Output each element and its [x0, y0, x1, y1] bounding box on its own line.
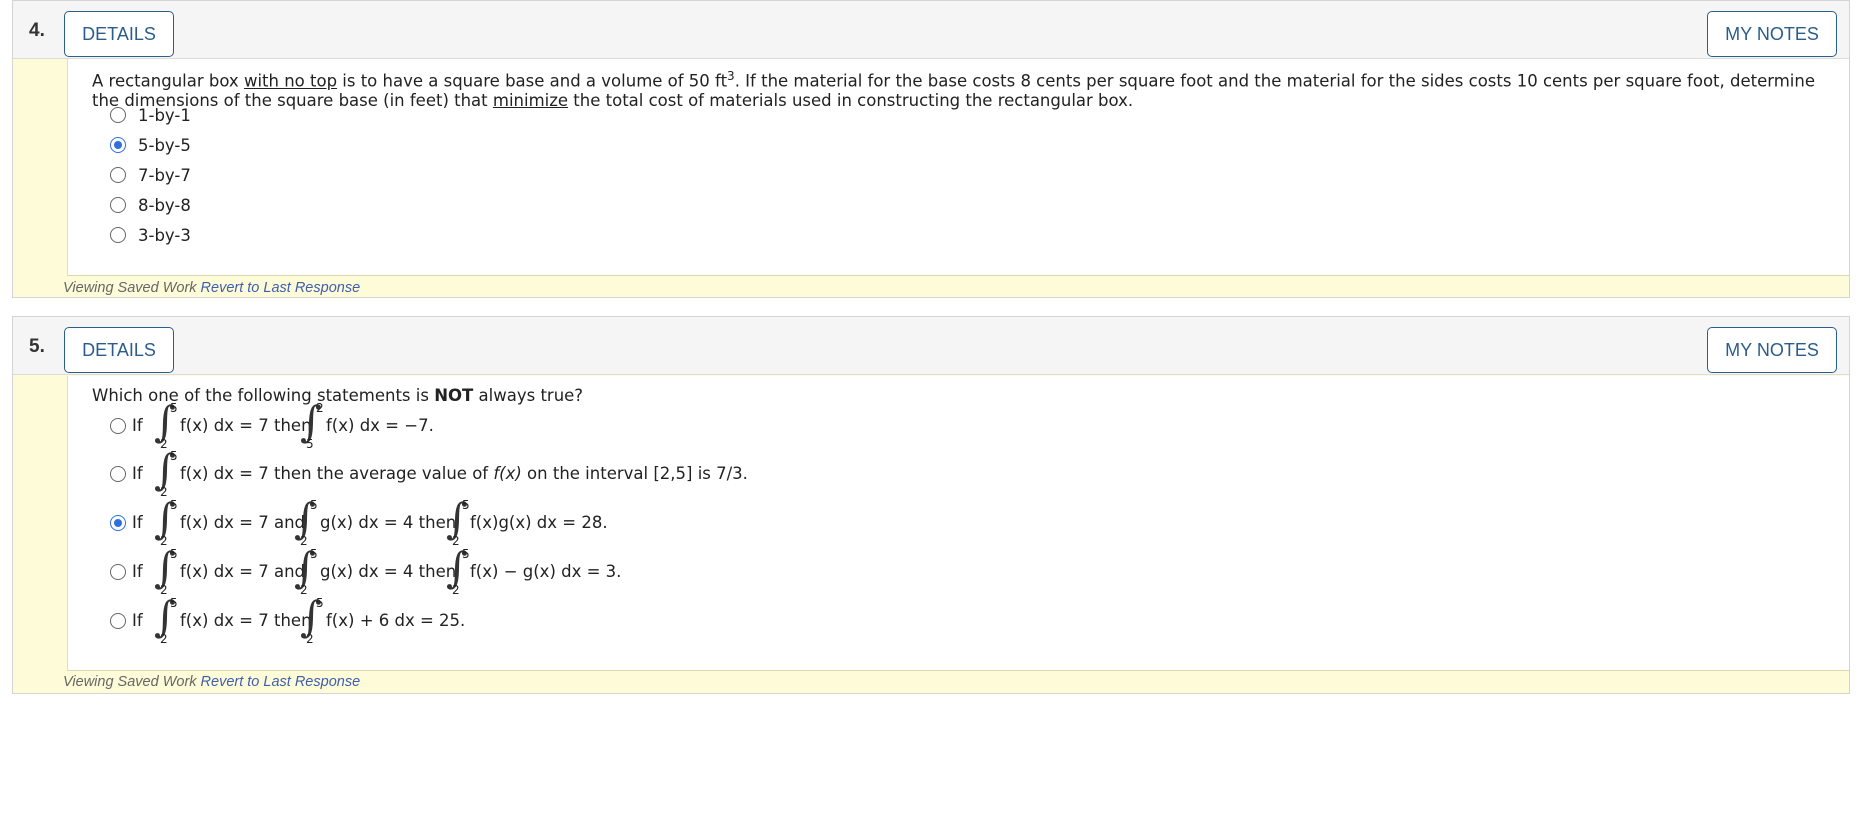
- radio-button-selected[interactable]: [110, 137, 126, 153]
- answer-option-5[interactable]: 3-by-3: [110, 221, 191, 249]
- integral-symbol: ∫ 5 2: [154, 592, 178, 646]
- option-label: 5-by-5: [138, 135, 191, 155]
- integral-expression: f(x) dx = 7 then: [180, 416, 312, 435]
- question-5-panel: 5. DETAILS MY NOTES Which one of the fol…: [12, 316, 1850, 694]
- question-4-text: A rectangular box with no top is to have…: [92, 69, 1816, 110]
- option-label: 8-by-8: [138, 195, 191, 215]
- integral-expression: f(x) − g(x) dx = 3.: [470, 562, 622, 581]
- option-label: 1-by-1: [138, 105, 191, 125]
- integral-expression: g(x) dx = 4 then: [320, 562, 457, 581]
- if-label: If: [132, 611, 143, 630]
- radio-button[interactable]: [110, 167, 126, 183]
- integral-expression: f(x) dx = 7 then: [180, 611, 312, 630]
- integral-expression: f(x) dx = 7 and: [180, 562, 306, 581]
- integral-symbol: ∫ 5 2: [294, 543, 318, 597]
- radio-button[interactable]: [110, 197, 126, 213]
- details-button[interactable]: DETAILS: [64, 327, 174, 373]
- option-label: 3-by-3: [138, 225, 191, 245]
- question-number: 4.: [29, 20, 45, 41]
- saved-work-note: Viewing Saved Work Revert to Last Respon…: [63, 674, 361, 690]
- question-4-header: 4. DETAILS MY NOTES: [13, 1, 1849, 59]
- my-notes-button[interactable]: MY NOTES: [1707, 327, 1837, 373]
- answer-option-2[interactable]: 5-by-5: [110, 131, 191, 159]
- integral-symbol: ∫ 5 2: [154, 543, 178, 597]
- radio-button[interactable]: [110, 227, 126, 243]
- question-5-text: Which one of the following statements is…: [92, 386, 584, 405]
- integral-expression: g(x) dx = 4 then: [320, 513, 457, 532]
- option-label: 7-by-7: [138, 165, 191, 185]
- if-label: If: [132, 513, 143, 532]
- details-button[interactable]: DETAILS: [64, 11, 174, 57]
- integral-symbol: ∫ 5 2: [300, 592, 324, 646]
- my-notes-button[interactable]: MY NOTES: [1707, 11, 1837, 57]
- integral-symbol: ∫ 5 2: [446, 494, 470, 548]
- radio-button[interactable]: [110, 418, 126, 434]
- integral-expression: f(x) dx = 7 then the average value of f(…: [180, 464, 748, 483]
- radio-button[interactable]: [110, 466, 126, 482]
- integral-expression: f(x)g(x) dx = 28.: [470, 513, 608, 532]
- radio-button[interactable]: [110, 613, 126, 629]
- question-4-panel: 4. DETAILS MY NOTES A rectangular box wi…: [12, 0, 1850, 298]
- integral-expression: f(x) dx = −7.: [326, 416, 434, 435]
- answer-option-3[interactable]: 7-by-7: [110, 161, 191, 189]
- saved-work-note: Viewing Saved Work Revert to Last Respon…: [63, 280, 361, 296]
- question-number: 5.: [29, 336, 45, 357]
- question-4-body: A rectangular box with no top is to have…: [67, 59, 1849, 276]
- integral-symbol: ∫ 5 2: [154, 445, 178, 499]
- revert-link[interactable]: Revert to Last Response: [201, 674, 361, 690]
- radio-button[interactable]: [110, 107, 126, 123]
- integral-symbol: ∫ 5 2: [446, 543, 470, 597]
- integral-expression: f(x) + 6 dx = 25.: [326, 611, 466, 630]
- answer-option-4[interactable]: 8-by-8: [110, 191, 191, 219]
- answer-option-1[interactable]: 1-by-1: [110, 101, 191, 129]
- revert-link[interactable]: Revert to Last Response: [201, 280, 361, 296]
- integral-symbol: ∫ 2 5: [300, 397, 324, 451]
- if-label: If: [132, 562, 143, 581]
- integral-expression: f(x) dx = 7 and: [180, 513, 306, 532]
- integral-symbol: ∫ 5 2: [294, 494, 318, 548]
- if-label: If: [132, 464, 143, 483]
- if-label: If: [132, 416, 143, 435]
- radio-button-selected[interactable]: [110, 515, 126, 531]
- radio-button[interactable]: [110, 564, 126, 580]
- question-5-header: 5. DETAILS MY NOTES: [13, 317, 1849, 375]
- question-5-body: Which one of the following statements is…: [67, 376, 1849, 671]
- integral-symbol: ∫ 5 2: [154, 494, 178, 548]
